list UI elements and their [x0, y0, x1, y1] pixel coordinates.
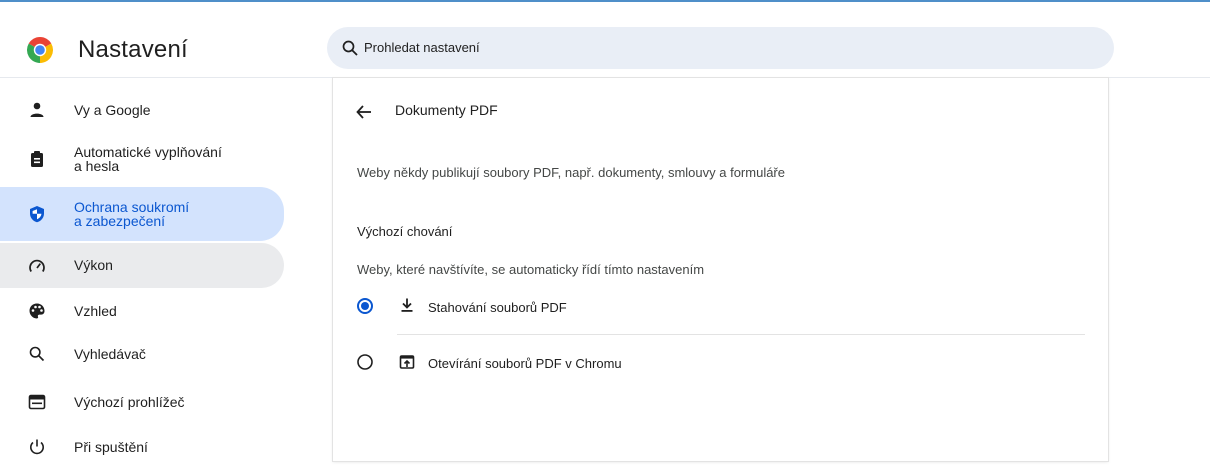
sidebar-item-label: Vyhledávač: [74, 346, 146, 362]
clipboard-icon: [31, 151, 43, 167]
pdf-settings-card: Dokumenty PDF Weby někdy publikují soubo…: [333, 78, 1108, 461]
sidebar: Vy a Google Automatické vyplňování a hes…: [0, 78, 300, 461]
browser-icon: [28, 394, 46, 410]
radio-open-pdf-in-chrome[interactable]: [357, 354, 373, 370]
person-icon: [30, 102, 44, 117]
default-behavior-heading: Výchozí chování: [357, 224, 453, 239]
sidebar-item-vy-a-google[interactable]: Vy a Google: [0, 90, 284, 130]
search-input[interactable]: Prohledat nastavení: [327, 27, 1114, 69]
open-in-browser-icon: [399, 355, 415, 369]
back-arrow-icon[interactable]: [355, 103, 373, 121]
search-placeholder: Prohledat nastavení: [364, 40, 480, 55]
sidebar-item-performance[interactable]: Výkon: [0, 243, 284, 288]
page-title: Nastavení: [78, 36, 188, 63]
sidebar-item-default-browser[interactable]: Výchozí prohlížeč: [0, 382, 284, 422]
default-behavior-description: Weby, které navštívíte, se automaticky ř…: [357, 262, 705, 277]
radio-download-pdf[interactable]: [357, 298, 373, 314]
shield-icon: [30, 206, 44, 223]
palette-icon: [29, 303, 45, 319]
section-title: Dokumenty PDF: [395, 102, 498, 118]
sidebar-item-autofill[interactable]: Automatické vyplňování a hesla: [0, 134, 284, 184]
sidebar-item-label: Vzhled: [74, 303, 117, 319]
option-download-pdf-label[interactable]: Stahování souborů PDF: [428, 300, 567, 315]
power-icon: [30, 439, 44, 455]
header: Nastavení Prohledat nastavení: [0, 2, 1210, 78]
option-open-pdf-in-chrome-label[interactable]: Otevírání souborů PDF v Chromu: [428, 356, 622, 371]
sidebar-item-privacy-security[interactable]: Ochrana soukromí a zabezpečení: [0, 187, 284, 241]
sidebar-item-on-startup[interactable]: Při spuštění: [0, 427, 284, 467]
sidebar-item-search-engine[interactable]: Vyhledávač: [0, 334, 284, 374]
search-icon: [342, 40, 358, 56]
sidebar-item-appearance[interactable]: Vzhled: [0, 291, 284, 331]
options-divider: [397, 334, 1085, 335]
download-icon: [401, 298, 413, 312]
speedometer-icon: [29, 259, 45, 272]
search-icon: [29, 346, 45, 362]
sidebar-item-label-line2: a zabezpečení: [74, 213, 166, 229]
sidebar-item-label: Vy a Google: [74, 102, 151, 118]
sidebar-item-label-line2: a hesla: [74, 158, 120, 174]
sidebar-item-label: Při spuštění: [74, 439, 148, 455]
sidebar-item-label: Výchozí prohlížeč: [74, 394, 185, 410]
chrome-logo-icon: [27, 37, 53, 63]
sidebar-item-label: Výkon: [74, 257, 113, 273]
section-description: Weby někdy publikují soubory PDF, např. …: [357, 165, 785, 180]
